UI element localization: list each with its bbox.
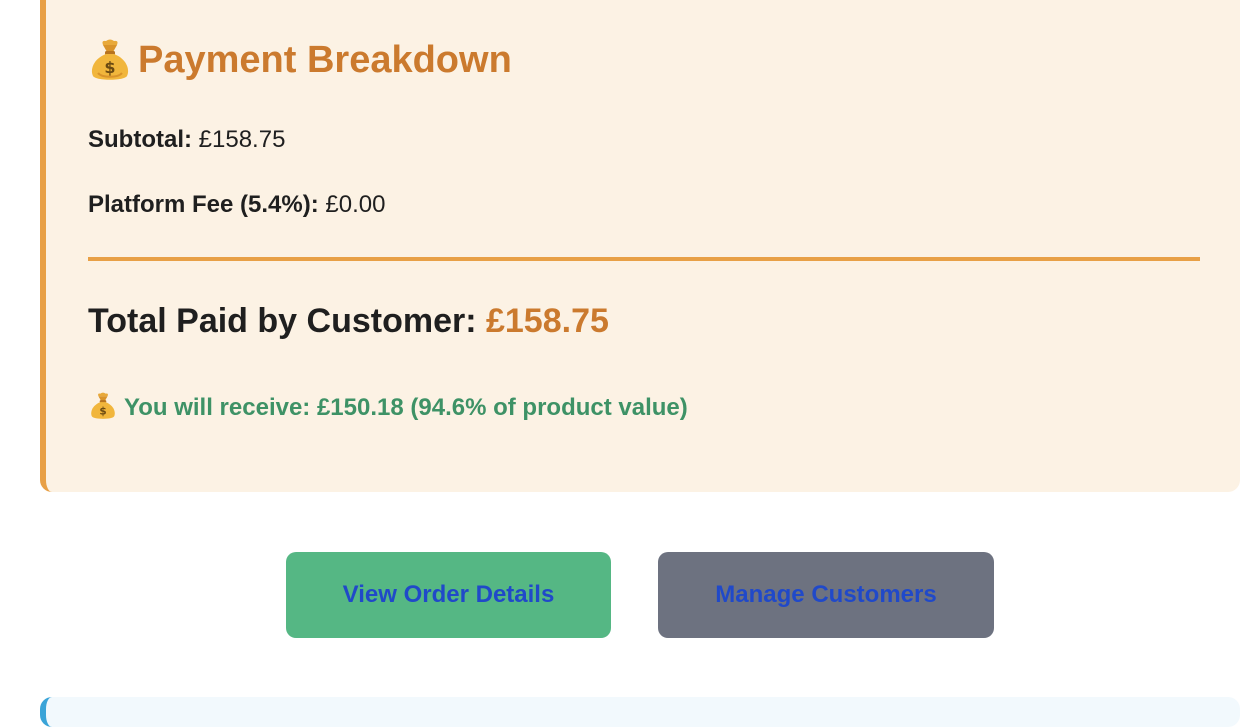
total-paid-row: Total Paid by Customer: £158.75 bbox=[88, 302, 609, 341]
money-bag-icon: $ bbox=[91, 392, 115, 419]
money-bag-icon: $ bbox=[91, 39, 129, 80]
payment-breakdown-title: $ Payment Breakdown bbox=[88, 37, 512, 83]
divider bbox=[88, 257, 1200, 261]
svg-text:$: $ bbox=[99, 405, 106, 417]
view-order-details-button[interactable]: View Order Details bbox=[286, 552, 611, 638]
platform-fee-row: Platform Fee (5.4%): £0.00 bbox=[88, 191, 385, 219]
total-paid-label: Total Paid by Customer: bbox=[88, 302, 477, 340]
platform-fee-value: £0.00 bbox=[325, 191, 386, 218]
payment-breakdown-card: $ Payment Breakdown Subtotal: £158.75 Pl… bbox=[40, 0, 1240, 492]
receive-text: You will receive: £150.18 (94.6% of prod… bbox=[124, 394, 688, 421]
subtotal-label: Subtotal: bbox=[88, 126, 192, 153]
svg-text:$: $ bbox=[104, 58, 115, 77]
subtotal-row: Subtotal: £158.75 bbox=[88, 126, 285, 154]
payment-breakdown-title-text: Payment Breakdown bbox=[138, 39, 512, 81]
platform-fee-label: Platform Fee (5.4%): bbox=[88, 191, 319, 218]
subtotal-value: £158.75 bbox=[198, 126, 286, 153]
receive-note: $ You will receive: £150.18 (94.6% of pr… bbox=[88, 391, 688, 422]
total-paid-value: £158.75 bbox=[485, 302, 609, 340]
manage-customers-button[interactable]: Manage Customers bbox=[658, 552, 994, 638]
